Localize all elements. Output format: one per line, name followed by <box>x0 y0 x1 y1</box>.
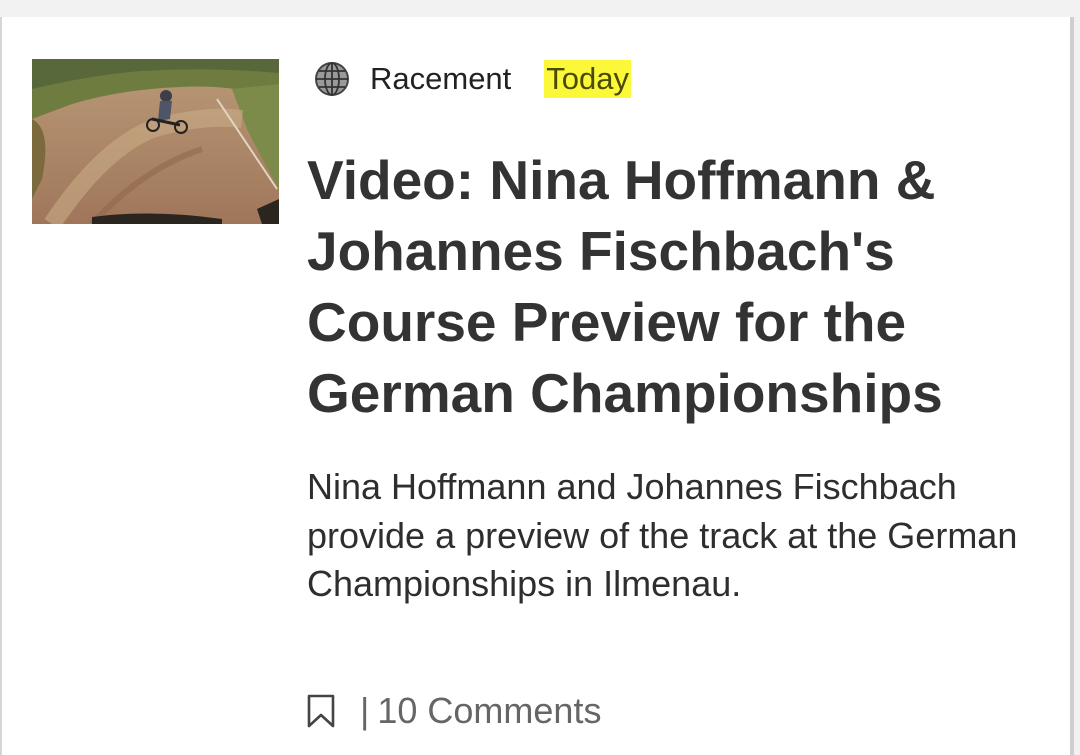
article-title[interactable]: Video: Nina Hoffmann & Johannes Fischbac… <box>307 145 1047 429</box>
article-meta: Racement Today <box>313 59 632 99</box>
article-footer: | 10 Comments <box>306 689 601 733</box>
source-name[interactable]: Racement <box>370 61 511 97</box>
globe-icon <box>313 60 351 98</box>
bookmark-icon[interactable] <box>306 693 336 729</box>
article-summary: Nina Hoffmann and Johannes Fischbach pro… <box>307 466 1018 604</box>
thumbnail-image <box>32 59 279 224</box>
footer-separator: | <box>360 690 370 731</box>
article-thumbnail[interactable] <box>32 59 279 224</box>
publish-date-badge: Today <box>544 60 632 98</box>
article-card[interactable]: Racement Today Video: Nina Hoffmann & Jo… <box>0 17 1074 755</box>
comments-link[interactable]: 10 Comments <box>377 690 601 732</box>
